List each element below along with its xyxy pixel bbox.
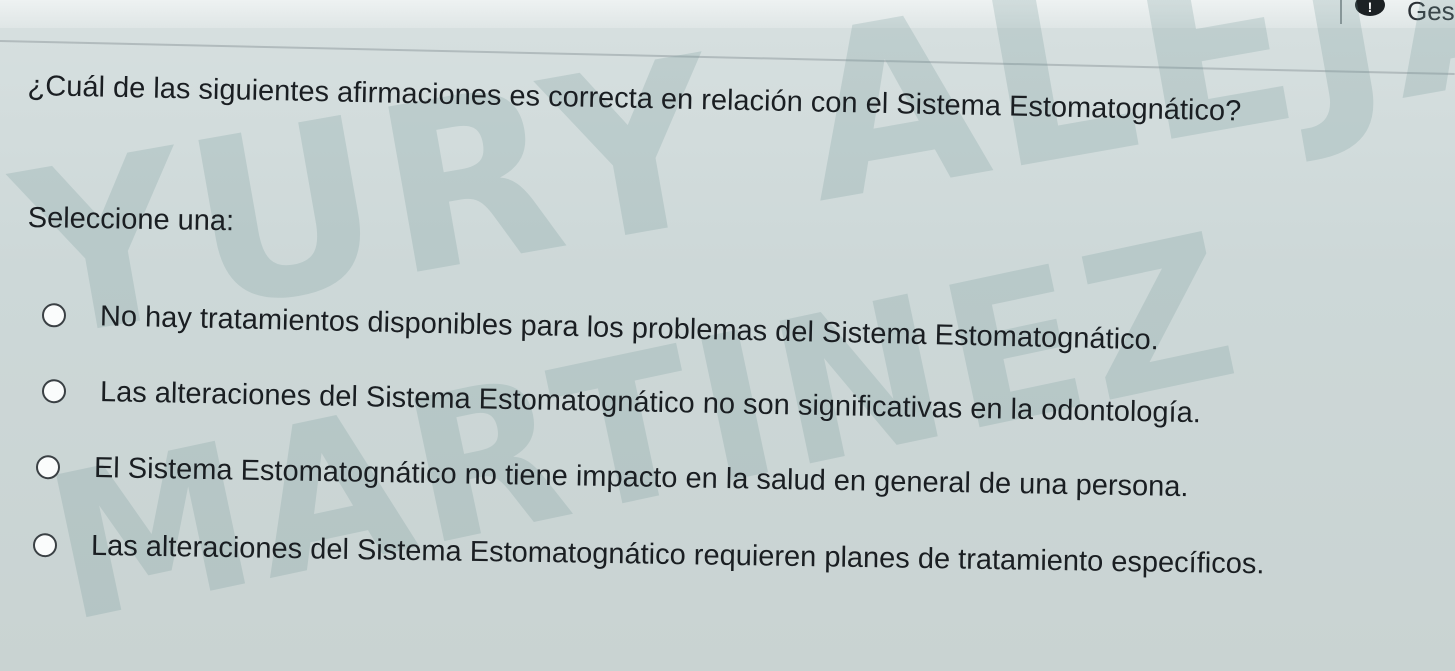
answer-option-label[interactable]: Las alteraciones del Sistema Estomatogná…: [100, 375, 1202, 430]
radio-button-icon[interactable]: [41, 303, 67, 328]
answer-option-2[interactable]: Las alteraciones del Sistema Estomatogná…: [41, 374, 1202, 430]
answer-option-4[interactable]: Las alteraciones del Sistema Estomatogná…: [32, 528, 1265, 581]
watermark-line-2: MARTINEZ: [30, 189, 1259, 668]
header-rule: [0, 40, 1455, 76]
radio-button-icon[interactable]: [41, 379, 67, 404]
answer-option-1[interactable]: No hay tratamientos disponibles para los…: [41, 298, 1160, 357]
select-prompt: Seleccione una:: [27, 202, 235, 238]
page-top-bar: [0, 0, 1455, 28]
answer-option-label[interactable]: Las alteraciones del Sistema Estomatogná…: [91, 529, 1265, 581]
header-divider: [1340, 0, 1342, 24]
radio-button-icon[interactable]: [35, 455, 61, 480]
header-label[interactable]: Ges: [1407, 0, 1455, 27]
answer-option-label[interactable]: El Sistema Estomatognático no tiene impa…: [94, 451, 1189, 504]
question-text: ¿Cuál de las siguientes afirmaciones es …: [27, 69, 1242, 128]
answer-option-label[interactable]: No hay tratamientos disponibles para los…: [100, 299, 1160, 357]
radio-button-icon[interactable]: [32, 533, 58, 558]
answer-option-3[interactable]: El Sistema Estomatognático no tiene impa…: [35, 450, 1189, 504]
